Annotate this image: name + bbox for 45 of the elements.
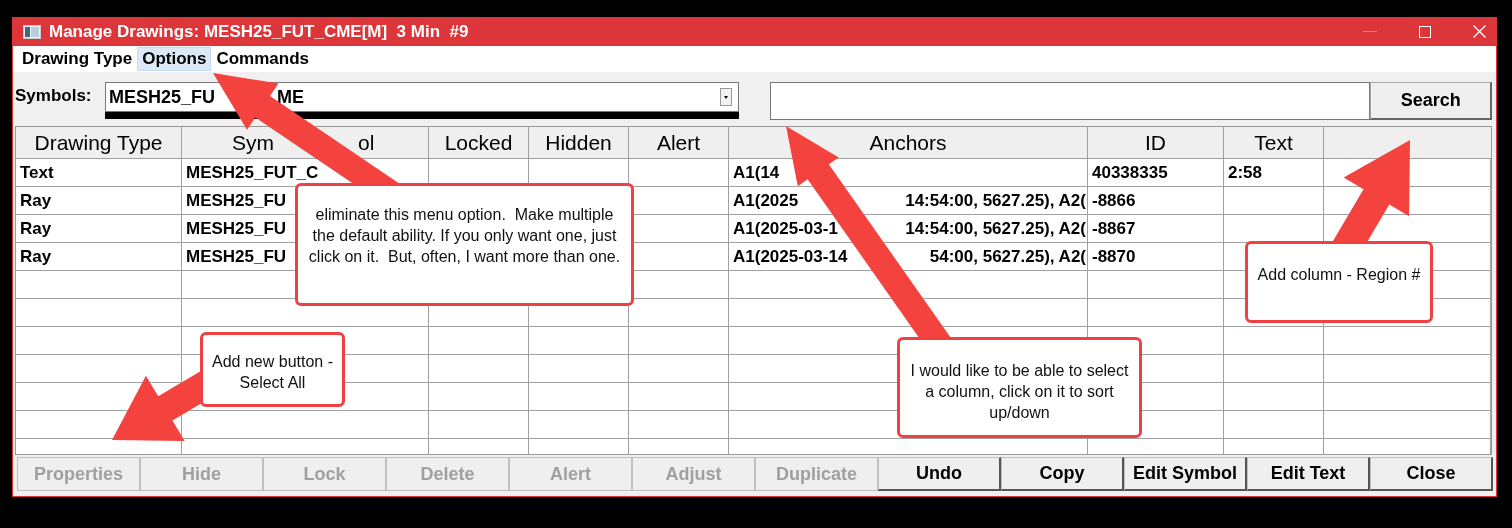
table-cell: Text <box>16 159 182 187</box>
symbols-dropdown[interactable]: MESH25_FU ME <box>105 82 739 112</box>
table-cell: -8870 <box>1088 243 1224 271</box>
column-header[interactable]: Alert <box>629 127 729 158</box>
callout: Add column - Region # <box>1245 241 1433 323</box>
table-cell: -8866 <box>1088 187 1224 215</box>
table-cell-text: 14:54:00, 5627.25), A2( <box>905 190 1086 212</box>
search-field[interactable] <box>770 82 1371 120</box>
maximize-icon[interactable] <box>1419 25 1431 38</box>
action-button[interactable]: Copy <box>1001 457 1124 491</box>
action-button[interactable]: Close <box>1370 457 1493 491</box>
caret-icon <box>720 88 732 106</box>
column-header[interactable]: ol <box>358 127 375 158</box>
column-header[interactable]: ID <box>1088 127 1224 158</box>
table-cell: Ray <box>16 243 182 271</box>
symbols-label: Symbols: <box>15 86 93 106</box>
action-button[interactable]: Undo <box>878 457 1001 491</box>
column-header[interactable]: Sym <box>232 127 274 158</box>
menu-item[interactable]: Commands <box>211 47 314 71</box>
column-header[interactable]: Drawing Type <box>16 127 182 158</box>
table-cell: 40338335 <box>1088 159 1224 187</box>
callout: I would like to be able to select a column, click on it to sort up/down <box>897 337 1142 438</box>
callout: eliminate this menu option. Make multiple the default ability. If you only want one, just click on it. But, often, I want more than one. <box>295 183 634 306</box>
table-cell-text: A1(2025-03-14 <box>733 246 848 268</box>
table-cell-text: 14:54:00, 5627.25), A2( <box>905 218 1086 240</box>
column-header[interactable]: Text <box>1224 127 1324 158</box>
table-cell: -8867 <box>1088 215 1224 243</box>
table-cell-text: A1(2025 <box>733 190 799 212</box>
window-icon <box>23 24 41 39</box>
table-cell: Ray <box>16 187 182 215</box>
action-button[interactable]: Edit Text <box>1247 457 1370 491</box>
search-button[interactable]: Search <box>1370 82 1492 120</box>
table-cell-text: A1(14 <box>733 162 780 184</box>
window-title: Manage Drawings: MESH25_FUT_CME[M] 3 Min #9 <box>49 21 469 42</box>
table-cell-text: A1(2025-03-1 <box>733 218 838 240</box>
column-header[interactable]: Locked <box>429 127 529 158</box>
table-cell-text: 54:00, 5627.25), A2( <box>929 246 1086 268</box>
column-header[interactable]: Hidden <box>529 127 629 158</box>
action-button[interactable]: Edit Symbol <box>1124 457 1247 491</box>
table-cell: Ray <box>16 215 182 243</box>
menu-item[interactable]: Options <box>137 47 212 71</box>
menu-item[interactable]: Drawing Type <box>17 47 138 71</box>
close-icon[interactable] <box>1473 25 1486 38</box>
table-cell: 2:58 <box>1224 159 1324 187</box>
callout: Add new button - Select All <box>200 332 345 407</box>
